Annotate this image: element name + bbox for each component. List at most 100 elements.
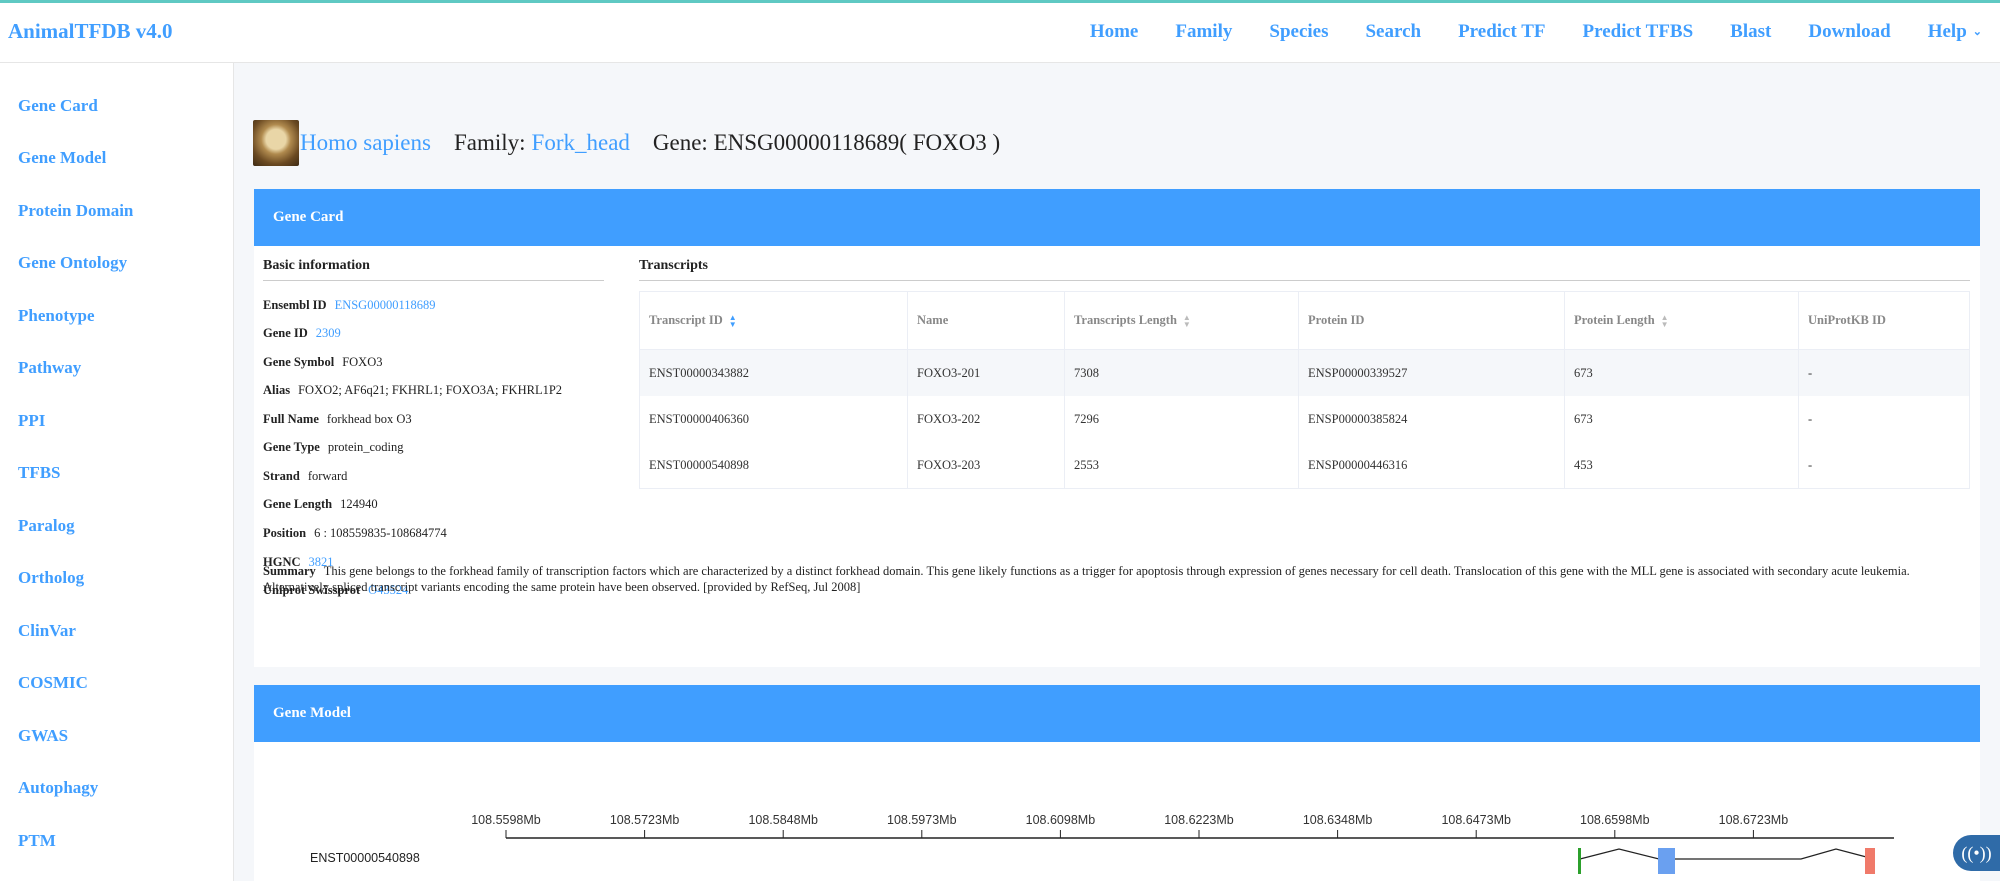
cell: - [1798, 442, 1970, 489]
sort-icon: ▲ ▼ [1660, 313, 1669, 330]
info-label: Position [263, 526, 307, 540]
main-nav: Home Family Species Search Predict TF Pr… [1053, 21, 1982, 43]
info-value: forward [307, 469, 348, 483]
nav-search[interactable]: Search [1365, 21, 1421, 43]
species-avatar [253, 120, 299, 166]
info-value: FOXO2; AF6q21; FKHRL1; FOXO3A; FKHRL1P2 [298, 383, 563, 397]
sidebar-item-gene-ontology[interactable]: Gene Ontology [18, 253, 127, 273]
axis-tick-label: 108.6348Mb [1303, 813, 1373, 827]
sort-icon: ▲ ▼ [728, 313, 737, 330]
exon-start-mark [1578, 848, 1581, 874]
column-label: Transcripts Length [1074, 312, 1177, 327]
gene-model-track: 108.5598Mb 108.5723Mb 108.5848Mb 108.5973Mb… [310, 813, 1894, 874]
sidebar-item-clinvar[interactable]: ClinVar [18, 621, 76, 641]
broadcast-icon[interactable]: ((•)) [1953, 835, 2000, 871]
cell: - [1798, 396, 1970, 442]
sidebar-item-gene-model[interactable]: Gene Model [18, 148, 106, 168]
sidebar-item-ppi[interactable]: PPI [18, 411, 45, 431]
transcripts-table: Transcript ID ▲ ▼ Name Transcripts Length ▲… [639, 291, 1970, 489]
brand-logo[interactable]: AnimalTFDB v4.0 [8, 19, 173, 44]
info-label: Gene Length [263, 497, 333, 511]
cell: 2553 [1064, 442, 1299, 489]
cell: 673 [1564, 396, 1799, 442]
info-gene-length: Gene Length 124940 [263, 497, 378, 512]
sidebar-item-gwas[interactable]: GWAS [18, 726, 68, 746]
table-row: ENST00000540898 FOXO3-203 2553 ENSP00000… [639, 442, 1970, 489]
column-label: Protein Length [1574, 312, 1655, 327]
transcript-label: ENST00000540898 [310, 851, 420, 865]
page-title: Homo sapiens Family: Fork_head Gene: ENS… [253, 119, 1000, 167]
cell: 7296 [1064, 396, 1299, 442]
nav-predict-tfbs[interactable]: Predict TFBS [1583, 21, 1694, 43]
sidebar-item-paralog[interactable]: Paralog [18, 516, 75, 536]
cell: 7308 [1064, 349, 1299, 396]
info-label: Full Name [263, 412, 319, 426]
gene-title: Gene: ENSG00000118689( FOXO3 ) [652, 130, 1001, 155]
nav-home[interactable]: Home [1090, 21, 1139, 43]
nav-help[interactable]: Help ⌄ [1928, 21, 1982, 43]
sidebar-item-gene-card[interactable]: Gene Card [18, 96, 98, 116]
info-full-name: Full Name forkhead box O3 [263, 412, 412, 427]
info-ensembl-id: Ensembl ID ENSG00000118689 [263, 298, 436, 313]
axis-tick-label: 108.6473Mb [1441, 813, 1511, 827]
gene-id-link[interactable]: 2309 [316, 326, 341, 340]
nav-blast[interactable]: Blast [1730, 21, 1771, 43]
family-label: Family: [453, 130, 526, 155]
table-row: ENST00000406360 FOXO3-202 7296 ENSP00000… [639, 396, 1970, 442]
info-gene-id: Gene ID 2309 [263, 326, 341, 341]
sidebar-item-protein-domain[interactable]: Protein Domain [18, 201, 133, 221]
exon-cds-block [1658, 848, 1675, 874]
table-header-row: Transcript ID ▲ ▼ Name Transcripts Length ▲… [639, 291, 1970, 350]
cell: FOXO3-202 [907, 396, 1065, 442]
main-content: Homo sapiens Family: Fork_head Gene: ENS… [234, 63, 2000, 881]
col-transcripts-length[interactable]: Transcripts Length ▲ ▼ [1064, 291, 1299, 350]
cell: - [1798, 349, 1970, 396]
sort-icon: ▲ ▼ [1182, 313, 1191, 330]
cell: FOXO3-203 [907, 442, 1065, 489]
sidebar-item-cosmic[interactable]: COSMIC [18, 673, 88, 693]
nav-download[interactable]: Download [1808, 21, 1890, 43]
col-name: Name [907, 291, 1065, 350]
ensembl-id-link[interactable]: ENSG00000118689 [335, 298, 436, 312]
axis-tick-label: 108.5598Mb [471, 813, 541, 827]
intron-line [1579, 848, 1875, 860]
info-value: FOXO3 [342, 355, 383, 369]
sidebar-item-pathway[interactable]: Pathway [18, 358, 81, 378]
nav-family[interactable]: Family [1175, 21, 1232, 43]
table-row: ENST00000343882 FOXO3-201 7308 ENSP00000… [639, 349, 1970, 396]
axis-tick-label: 108.6723Mb [1719, 813, 1789, 827]
nav-help-label: Help [1927, 21, 1967, 42]
info-value: protein_coding [327, 440, 404, 454]
info-gene-type: Gene Type protein_coding [263, 440, 404, 455]
sidebar-item-autophagy[interactable]: Autophagy [18, 778, 98, 798]
sidebar-item-tfbs[interactable]: TFBS [18, 463, 61, 483]
summary-label: Summary [263, 564, 316, 578]
basic-info-title: Basic information [263, 258, 370, 273]
nav-predict-tf[interactable]: Predict TF [1458, 21, 1545, 43]
column-label: Transcript ID [649, 312, 723, 327]
col-protein-length[interactable]: Protein Length ▲ ▼ [1564, 291, 1799, 350]
info-label: Strand [263, 469, 300, 483]
summary-text: This gene belongs to the forkhead family… [263, 564, 1910, 594]
col-protein-id: Protein ID [1298, 291, 1565, 350]
divider [639, 280, 1970, 281]
col-transcript-id[interactable]: Transcript ID ▲ ▼ [639, 291, 908, 350]
info-gene-symbol: Gene Symbol FOXO3 [263, 355, 382, 370]
info-value: 6 : 108559835-108684774 [314, 526, 447, 540]
family-link[interactable]: Fork_head [532, 130, 630, 156]
top-navbar: AnimalTFDB v4.0 Home Family Species Sear… [0, 3, 2000, 63]
sidebar-item-ptm[interactable]: PTM [18, 831, 56, 851]
info-label: Gene Type [263, 440, 320, 454]
info-value: forkhead box O3 [326, 412, 412, 426]
axis-tick-label: 108.6098Mb [1026, 813, 1096, 827]
info-label: Alias [263, 383, 291, 397]
cell: 673 [1564, 349, 1799, 396]
cell: ENST00000343882 [639, 349, 908, 396]
cell: ENSP00000385824 [1298, 396, 1565, 442]
info-value: 124940 [340, 497, 378, 511]
sidebar-item-phenotype[interactable]: Phenotype [18, 306, 95, 326]
axis-tick-label: 108.5723Mb [610, 813, 680, 827]
species-link[interactable]: Homo sapiens [300, 130, 431, 156]
sidebar-item-ortholog[interactable]: Ortholog [18, 568, 84, 588]
nav-species[interactable]: Species [1269, 21, 1328, 43]
